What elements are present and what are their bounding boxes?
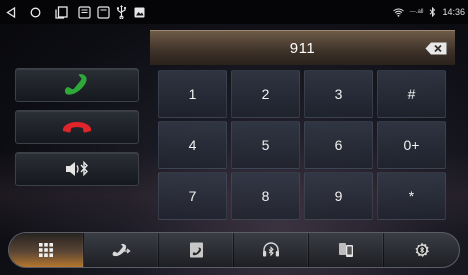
audio-transfer-button[interactable] bbox=[15, 152, 139, 186]
screenshot-icon-2[interactable] bbox=[94, 0, 112, 24]
bluetooth-status-icon bbox=[429, 7, 436, 17]
key-5[interactable]: 5 bbox=[231, 121, 300, 169]
image-icon bbox=[130, 0, 148, 24]
bottom-dock bbox=[8, 232, 460, 268]
dial-keypad: 1 2 3 # 4 5 6 0+ 7 8 9 * bbox=[158, 70, 447, 220]
dialpad-icon bbox=[39, 243, 53, 257]
key-6[interactable]: 6 bbox=[304, 121, 373, 169]
signal-indicator: —.all bbox=[409, 9, 424, 15]
hangup-handset-icon bbox=[62, 122, 92, 133]
key-hash[interactable]: # bbox=[377, 70, 446, 118]
phone-transfer-icon bbox=[339, 243, 353, 257]
key-8[interactable]: 8 bbox=[231, 172, 300, 220]
hangup-button[interactable] bbox=[15, 110, 139, 144]
dock-dialpad[interactable] bbox=[9, 233, 84, 267]
contacts-icon bbox=[189, 242, 203, 258]
key-0-plus[interactable]: 0+ bbox=[377, 121, 446, 169]
speaker-bluetooth-icon bbox=[66, 160, 88, 177]
call-button[interactable] bbox=[15, 68, 139, 102]
key-3[interactable]: 3 bbox=[304, 70, 373, 118]
recent-apps-icon[interactable] bbox=[48, 0, 74, 24]
key-7[interactable]: 7 bbox=[158, 172, 227, 220]
key-2[interactable]: 2 bbox=[231, 70, 300, 118]
bluetooth-music-icon bbox=[263, 242, 279, 257]
dock-recent-calls[interactable] bbox=[84, 233, 159, 267]
bluetooth-settings-icon bbox=[414, 242, 429, 257]
key-1[interactable]: 1 bbox=[158, 70, 227, 118]
wifi-icon bbox=[392, 8, 404, 17]
status-bar: —.all 14:36 bbox=[0, 0, 468, 24]
screenshot-icon[interactable] bbox=[74, 0, 94, 24]
dock-phone-transfer[interactable] bbox=[309, 233, 384, 267]
usb-icon bbox=[112, 0, 130, 24]
back-icon[interactable] bbox=[0, 0, 22, 24]
key-star[interactable]: * bbox=[377, 172, 446, 220]
dock-bluetooth-music[interactable] bbox=[234, 233, 309, 267]
key-9[interactable]: 9 bbox=[304, 172, 373, 220]
dialed-number: 911 bbox=[289, 39, 316, 57]
backspace-icon[interactable] bbox=[425, 42, 447, 55]
dial-number-display: 911 bbox=[150, 30, 455, 65]
home-icon[interactable] bbox=[22, 0, 48, 24]
recent-calls-icon bbox=[112, 243, 131, 257]
key-4[interactable]: 4 bbox=[158, 121, 227, 169]
dock-bluetooth-settings[interactable] bbox=[384, 233, 459, 267]
dock-contacts[interactable] bbox=[159, 233, 234, 267]
clock: 14:36 bbox=[442, 7, 465, 17]
call-handset-icon bbox=[64, 74, 87, 95]
